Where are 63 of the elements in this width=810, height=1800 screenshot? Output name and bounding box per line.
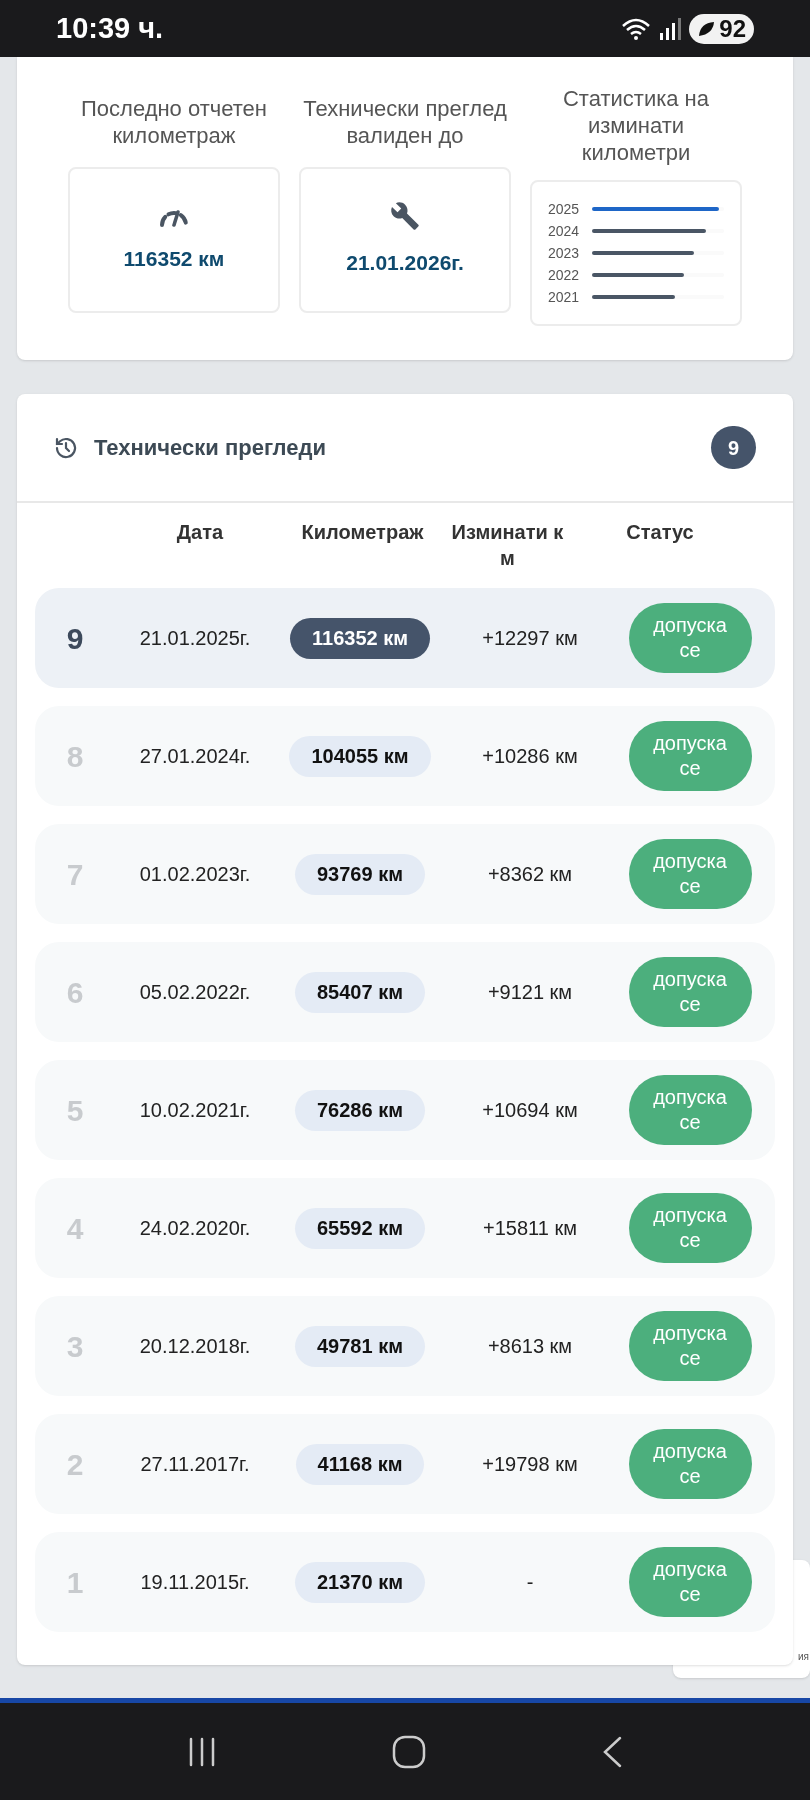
distance-cell-text: +8362 км xyxy=(487,862,573,887)
column-header: Дата xyxy=(175,520,225,545)
status-badge: допуска се xyxy=(628,1429,752,1499)
summary-label: Последно отчетен километраж xyxy=(80,95,268,150)
date-cell-text: 27.11.2017г. xyxy=(140,1452,250,1477)
status-time: 10:39 ч. xyxy=(56,10,164,46)
distance-cell-text: +10286 км xyxy=(482,744,578,769)
date-cell-text: 19.11.2015г. xyxy=(140,1570,250,1595)
date-cell-text: 10.02.2021г. xyxy=(139,1098,251,1123)
date-cell-text: 24.02.2020г. xyxy=(139,1216,251,1241)
status-badge: допуска се xyxy=(628,1075,752,1145)
status-badge: допуска се xyxy=(628,1547,752,1617)
mileage-pill: 76286 км xyxy=(295,1089,425,1131)
mileage-pill: 93769 км xyxy=(295,853,425,895)
distance-cell-text: +19798 км xyxy=(482,1452,578,1477)
mileage-pill: 85407 км xyxy=(295,971,425,1013)
year-label: 2024 xyxy=(548,221,581,241)
summary-value: 116352 км xyxy=(123,246,225,273)
section-title: Технически прегледи xyxy=(94,434,326,462)
year-label: 2021 xyxy=(548,287,581,307)
battery-indicator: 92 xyxy=(689,13,754,44)
status-badge: допуска се xyxy=(628,721,752,791)
mileage-pill: 116352 км xyxy=(290,617,430,659)
date-cell-text: 05.02.2022г. xyxy=(139,980,251,1005)
leaf-icon xyxy=(697,20,716,37)
count-badge: 9 xyxy=(711,426,756,469)
wifi-icon xyxy=(621,16,652,41)
mileage-pill: 41168 км xyxy=(295,1443,425,1485)
status-badge: допуска се xyxy=(628,957,752,1027)
stats-label: Статистика на изминати километри xyxy=(561,85,710,166)
distance-cell-text: +9121 км xyxy=(487,980,573,1005)
mileage-pill: 49781 км xyxy=(295,1325,425,1367)
mileage-pill: 65592 км xyxy=(295,1207,425,1249)
distance-cell-text: +15811 км xyxy=(483,1216,577,1241)
mileage-pill: 104055 км xyxy=(289,735,431,777)
year-label: 2025 xyxy=(548,199,581,219)
row-number: 9 xyxy=(66,620,84,657)
distance-cell-text: +10694 км xyxy=(482,1098,578,1123)
date-cell-text: 20.12.2018г. xyxy=(139,1334,251,1359)
date-cell-text: 27.01.2024г. xyxy=(139,744,251,769)
year-label: 2023 xyxy=(548,243,581,263)
year-label: 2022 xyxy=(548,265,581,285)
home-icon[interactable] xyxy=(392,1734,426,1769)
status-badge: допуска се xyxy=(628,839,752,909)
wrench-icon xyxy=(390,201,420,232)
signal-icon xyxy=(659,16,682,41)
status-badge: допуска се xyxy=(628,1311,752,1381)
date-cell-text: 21.01.2025г. xyxy=(139,626,251,651)
inspection-row[interactable]: 9 21.01.2025г. 116352 км +12297 км допуска се xyxy=(35,588,775,688)
status-badge: допуска се xyxy=(628,603,752,673)
mileage-pill: 21370 км xyxy=(295,1561,425,1603)
column-header: Статус xyxy=(625,520,695,545)
summary-label: Технически преглед валиден до xyxy=(302,95,508,150)
partial-text: ия xyxy=(798,1650,809,1664)
history-icon xyxy=(54,435,78,460)
column-header: Изминати к м xyxy=(450,520,565,571)
summary-value: 21.01.2026г. xyxy=(346,250,464,277)
column-header: Километраж xyxy=(300,520,425,545)
distance-cell-text: +8613 км xyxy=(487,1334,573,1359)
date-cell-text: 01.02.2023г. xyxy=(139,862,251,887)
status-badge: допуска се xyxy=(628,1193,752,1263)
distance-cell-text: +12297 км xyxy=(482,626,578,651)
distance-cell-text: - xyxy=(526,1570,534,1595)
